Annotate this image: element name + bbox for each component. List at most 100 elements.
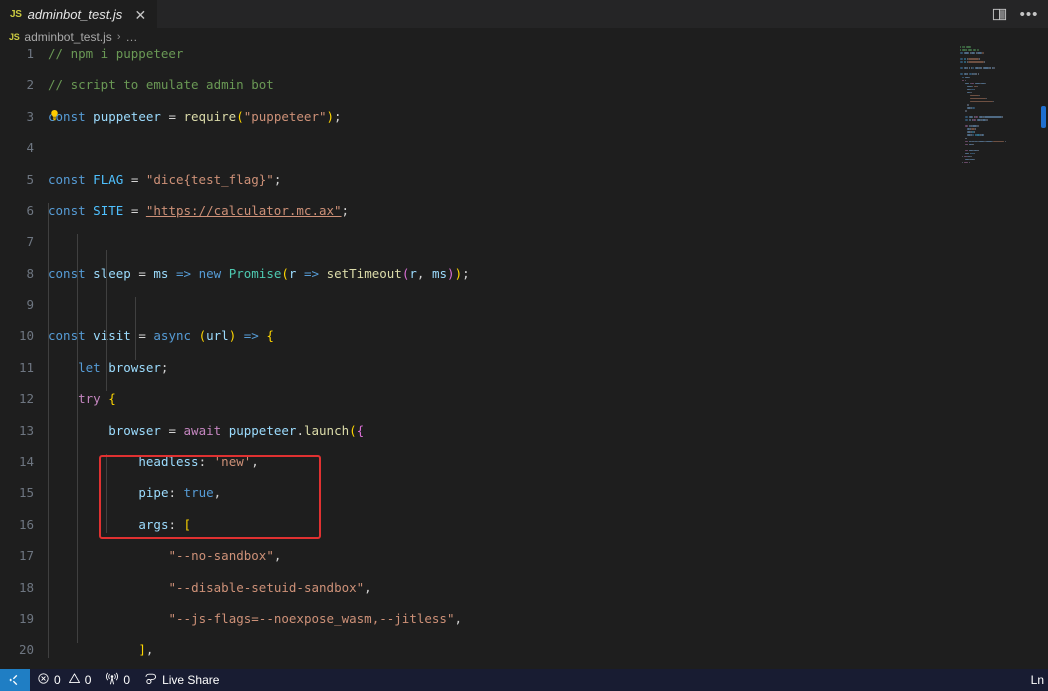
minimap-token xyxy=(965,138,967,140)
line-number: 14 xyxy=(0,454,34,470)
minimap-token xyxy=(960,61,963,63)
line-text: pipe: true, xyxy=(48,485,221,501)
breadcrumb-symbol-ellipsis[interactable]: … xyxy=(125,30,137,44)
line-number: 3 xyxy=(0,109,34,125)
minimap-token xyxy=(971,83,974,85)
line-number: 17 xyxy=(0,548,34,564)
live-share-icon xyxy=(144,672,158,689)
minimap-token xyxy=(969,73,972,75)
minimap-token xyxy=(969,162,970,164)
ports-count: 0 xyxy=(123,673,130,687)
line-text: try { xyxy=(48,391,116,407)
minimap-token xyxy=(971,52,975,54)
more-actions-icon[interactable]: ••• xyxy=(1016,1,1042,27)
status-ports[interactable]: 0 xyxy=(98,669,137,691)
indent-guide xyxy=(77,234,78,642)
line-number: 5 xyxy=(0,172,34,188)
line-number: 8 xyxy=(0,266,34,282)
minimap-token xyxy=(975,128,976,130)
minimap-token xyxy=(970,95,979,97)
minimap-token xyxy=(979,95,980,97)
minimap-token xyxy=(968,61,984,63)
line-text: const FLAG = "dice{test_flag}"; xyxy=(48,172,281,188)
js-file-icon: JS xyxy=(10,9,22,20)
minimap-token xyxy=(986,141,992,143)
minimap-token xyxy=(964,162,968,164)
tab-label: adminbot_test.js xyxy=(28,7,123,22)
minimap-token xyxy=(965,116,968,118)
minimap-token xyxy=(972,67,974,69)
code-editor[interactable]: 1// npm i puppeteer2// script to emulate… xyxy=(0,46,1048,661)
vscode-window: JS adminbot_test.js ✕ ••• JS adminbot_te… xyxy=(0,0,1048,691)
split-editor-right-icon[interactable] xyxy=(986,1,1012,27)
status-bar: 0 0 0 xyxy=(0,669,1048,691)
tab-adminbot-test-js[interactable]: JS adminbot_test.js ✕ xyxy=(0,0,157,28)
line-text: const visit = async (url) => { xyxy=(48,328,274,344)
tab-close-icon[interactable]: ✕ xyxy=(132,8,148,22)
minimap-token xyxy=(970,101,994,103)
breadcrumb[interactable]: JS adminbot_test.js › … xyxy=(0,28,1048,46)
chevron-right-icon: › xyxy=(117,31,121,43)
minimap-token xyxy=(1002,116,1004,118)
minimap-token xyxy=(966,46,972,48)
breadcrumb-js-icon: JS xyxy=(9,32,19,42)
status-bar-right: Ln xyxy=(1024,673,1048,687)
minimap-token xyxy=(985,83,986,85)
minimap-token xyxy=(968,58,979,60)
minimap-token xyxy=(967,104,968,106)
line-text: const sleep = ms => new Promise(r => set… xyxy=(48,266,470,282)
minimap-token xyxy=(993,67,995,69)
minimap-token xyxy=(969,77,970,79)
minimap-token xyxy=(979,141,983,143)
editor-position-label[interactable]: Ln xyxy=(1024,673,1048,687)
minimap-token xyxy=(972,144,973,146)
scrollbar-decoration-marker xyxy=(1041,106,1046,128)
minimap-token xyxy=(968,49,972,51)
line-number: 4 xyxy=(0,140,34,156)
minimap-token xyxy=(964,156,967,158)
minimap-token xyxy=(972,134,974,136)
minimap-token xyxy=(964,58,966,60)
ports-radio-tower-icon xyxy=(105,672,119,689)
minimap-token xyxy=(979,58,980,60)
minimap-token xyxy=(982,52,984,54)
minimap-token xyxy=(993,101,994,103)
editor-vertical-scrollbar[interactable] xyxy=(1034,46,1048,661)
minimap-token xyxy=(977,49,979,51)
minimap-token xyxy=(965,83,969,85)
line-number: 18 xyxy=(0,580,34,596)
minimap-token xyxy=(964,73,967,75)
line-number: 7 xyxy=(0,234,34,250)
minimap-token xyxy=(965,153,969,155)
minimap-token xyxy=(974,159,975,161)
indent-guide xyxy=(106,250,107,391)
minimap-token xyxy=(975,116,978,118)
lightbulb-code-action-icon[interactable] xyxy=(47,109,61,123)
status-live-share[interactable]: Live Share xyxy=(137,669,226,691)
minimap-token xyxy=(981,134,983,136)
line-number: 6 xyxy=(0,203,34,219)
minimap-token xyxy=(974,153,975,155)
editor-minimap[interactable] xyxy=(958,46,1034,661)
minimap-token xyxy=(965,119,968,121)
line-text: // npm i puppeteer xyxy=(48,46,183,62)
error-circle-icon xyxy=(37,672,50,688)
remote-window-indicator[interactable] xyxy=(0,669,30,691)
line-text: // script to emulate admin bot xyxy=(48,77,274,93)
line-number: 2 xyxy=(0,77,34,93)
line-text: const SITE = "https://calculator.mc.ax"; xyxy=(48,203,349,219)
minimap-token xyxy=(964,52,970,54)
minimap-token xyxy=(971,92,972,94)
minimap-token xyxy=(972,107,974,109)
indent-guide xyxy=(48,203,49,658)
minimap-token xyxy=(1005,141,1007,143)
line-number: 12 xyxy=(0,391,34,407)
minimap-token xyxy=(965,110,967,112)
line-number: 11 xyxy=(0,360,34,376)
error-count: 0 xyxy=(54,673,61,687)
breadcrumb-file[interactable]: adminbot_test.js xyxy=(24,30,111,44)
indent-guide xyxy=(106,454,107,533)
line-text: let browser; xyxy=(48,360,168,376)
line-text: "--disable-setuid-sandbox", xyxy=(48,580,372,596)
status-problems[interactable]: 0 0 xyxy=(30,669,98,691)
